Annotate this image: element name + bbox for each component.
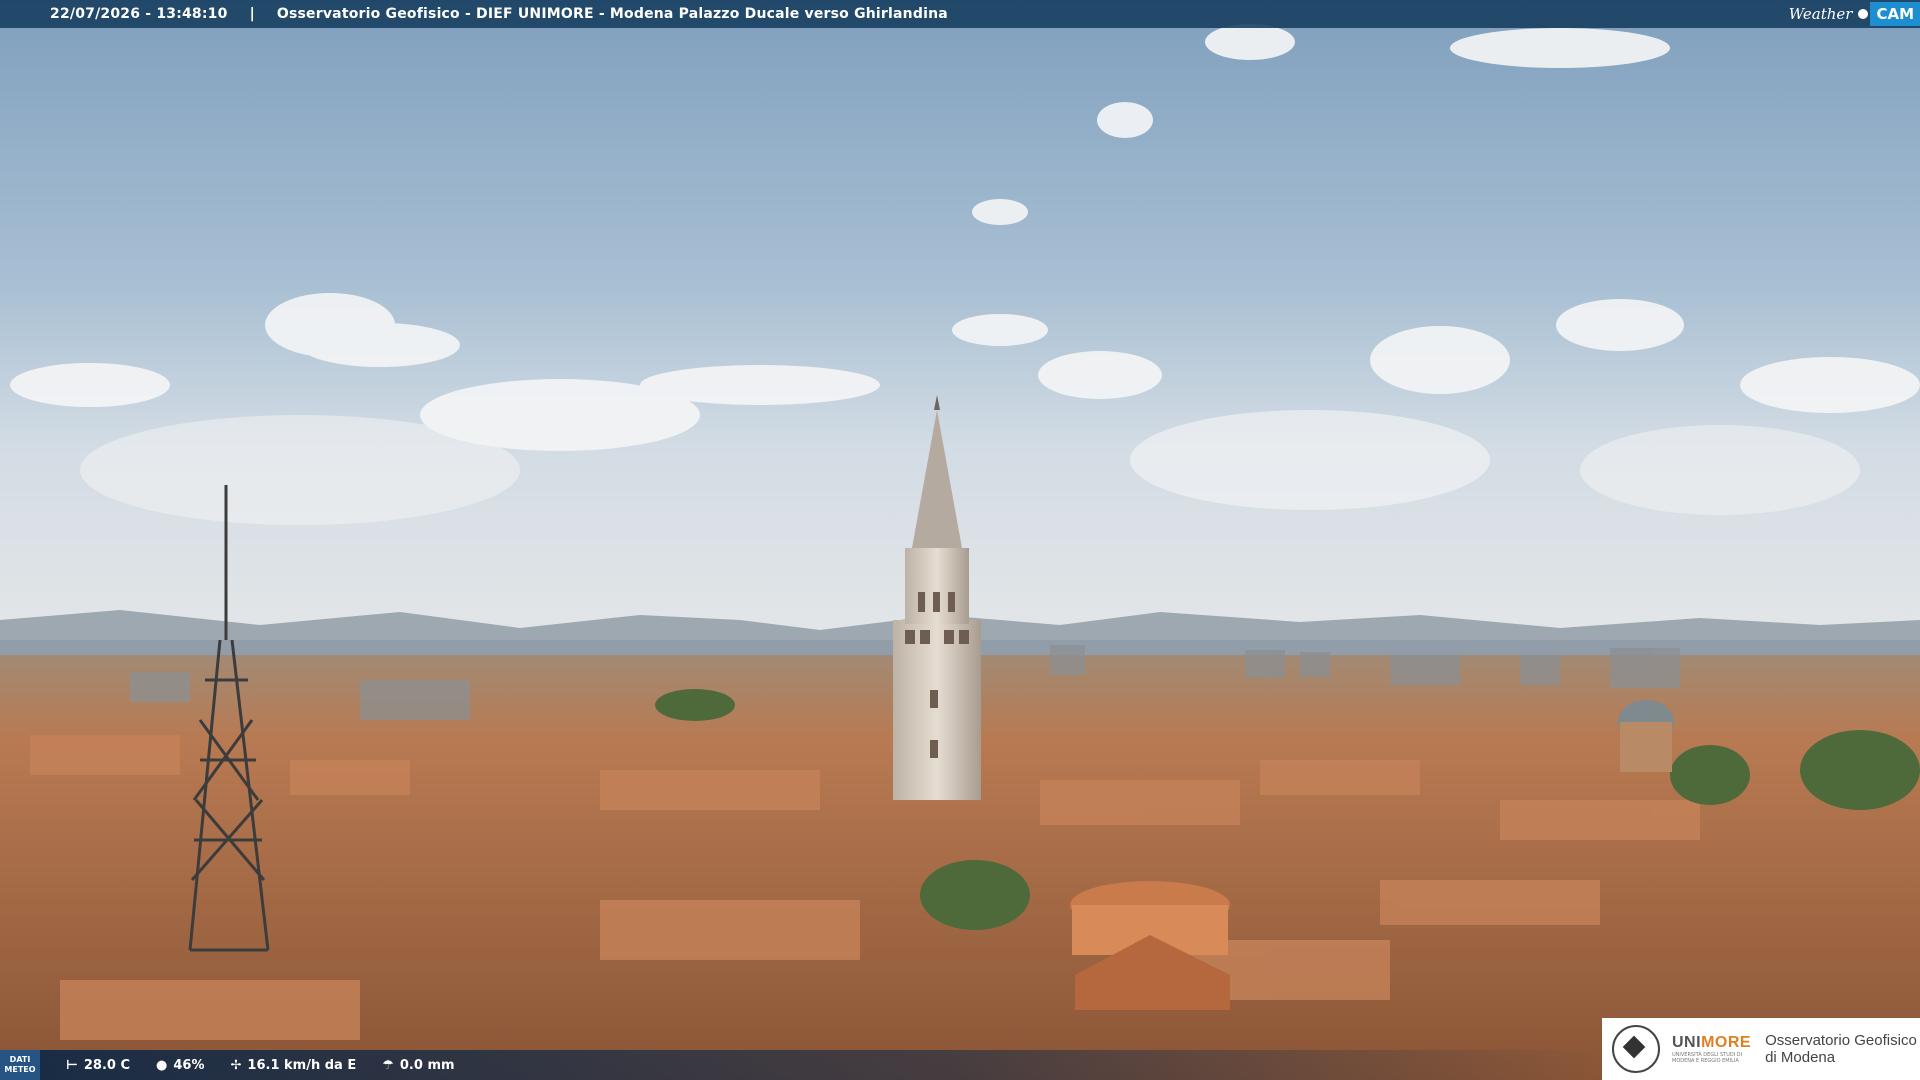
humidity-value: 46% xyxy=(173,1057,205,1073)
wind-reading: ✢ 16.1 km/h da E xyxy=(231,1058,357,1073)
weather-data-bar: DATI METEO ⊢ 28.0 C ● 46% ✢ 16.1 km/h da… xyxy=(0,1050,1603,1080)
brand-dot-icon xyxy=(1858,9,1869,19)
rain-reading: ☂ 0.0 mm xyxy=(382,1058,454,1073)
wind-value: 16.1 km/h da E xyxy=(247,1057,357,1073)
rain-value: 0.0 mm xyxy=(399,1057,455,1073)
timestamp: 22/07/2026 - 13:48:10 xyxy=(50,6,228,22)
weather-data-label: DATI METEO xyxy=(0,1050,40,1080)
humidity-icon: ● xyxy=(156,1057,168,1073)
unimore-logo-panel: UNIMORE UNIVERSITÀ DEGLI STUDI DI MODENA… xyxy=(1602,1018,1920,1080)
top-caption-bar: 22/07/2026 - 13:48:10 | Osservatorio Geo… xyxy=(0,0,1920,28)
temperature-reading: ⊢ 28.0 C xyxy=(66,1058,130,1073)
observatory-name: Osservatorio Geofisico di Modena xyxy=(1765,1032,1917,1066)
observatory-line-2: di Modena xyxy=(1765,1049,1836,1066)
weathercam-brand: Weather CAM xyxy=(1783,0,1920,28)
unimore-name-a: UNI xyxy=(1672,1034,1702,1051)
camera-caption: Osservatorio Geofisico - DIEF UNIMORE - … xyxy=(276,6,948,22)
weather-data-label-line2: METEO xyxy=(4,1065,36,1074)
humidity-reading: ● 46% xyxy=(156,1058,204,1073)
unimore-wordmark: UNIMORE UNIVERSITÀ DEGLI STUDI DI MODENA… xyxy=(1672,1034,1751,1064)
brand-cam-text: CAM xyxy=(1870,2,1920,26)
observatory-line-1: Osservatorio Geofisico xyxy=(1765,1032,1917,1049)
temperature-value: 28.0 C xyxy=(83,1057,131,1073)
brand-weather-text: Weather xyxy=(1788,5,1853,23)
thermometer-icon: ⊢ xyxy=(66,1057,78,1073)
rain-icon: ☂ xyxy=(382,1057,394,1073)
wind-icon: ✢ xyxy=(230,1057,242,1073)
university-seal-icon xyxy=(1612,1025,1660,1073)
separator: | xyxy=(249,6,255,22)
weather-data-label-line1: DATI xyxy=(9,1055,31,1064)
unimore-subtitle-2: MODENA E REGGIO EMILIA xyxy=(1672,1058,1739,1064)
unimore-name: UNIMORE xyxy=(1672,1034,1751,1052)
unimore-name-b: MORE xyxy=(1701,1034,1752,1051)
webcam-view xyxy=(0,0,1920,1080)
